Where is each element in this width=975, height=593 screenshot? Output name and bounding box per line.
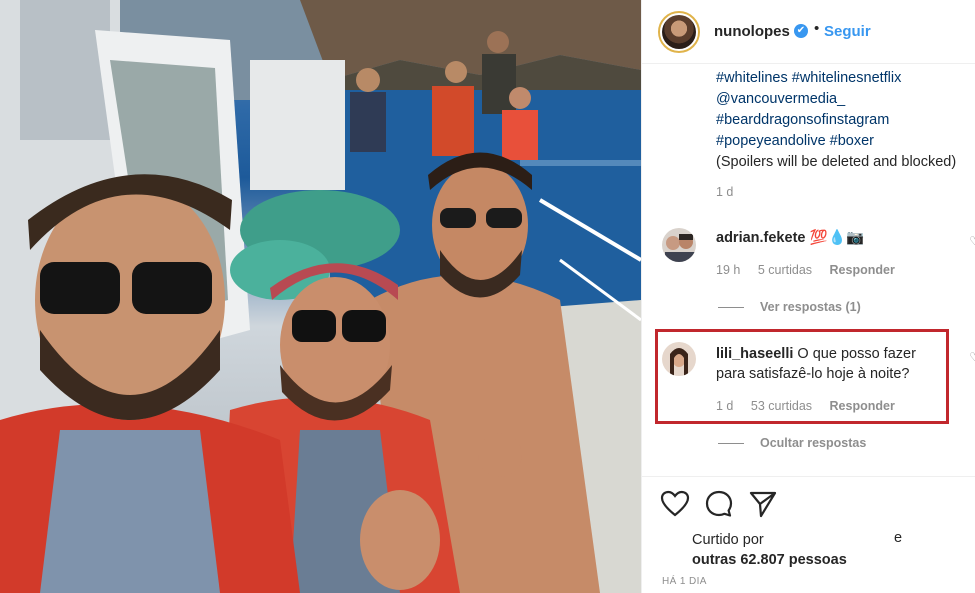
post-caption: #whitelines #whitelinesnetflix @vancouve… xyxy=(716,68,975,173)
liked-by-suffix: e xyxy=(894,530,903,546)
comment-icon[interactable] xyxy=(704,489,734,519)
replies-line xyxy=(718,307,744,309)
hide-replies-label: Ocultar respostas xyxy=(760,436,867,450)
caption-timestamp: 1 d xyxy=(716,185,734,199)
follow-button[interactable]: Seguir xyxy=(824,23,871,40)
header-separator: • xyxy=(814,20,820,37)
comment-text: 💯💧📷 xyxy=(809,230,865,246)
comment-likes[interactable]: 53 curtidas xyxy=(751,399,812,413)
comment-text-line1: O que posso fazer xyxy=(797,346,916,362)
post-header: nunolopes ✔ • Seguir xyxy=(642,0,975,64)
caption-line-text: (Spoilers will be deleted and blocked) xyxy=(716,154,957,170)
view-replies-label: Ver respostas (1) xyxy=(760,300,861,314)
author-avatar[interactable] xyxy=(658,11,700,53)
comment-time: 19 h xyxy=(716,263,741,277)
post-time-ago: HÁ 1 DIA xyxy=(662,576,707,587)
verified-badge-icon: ✔ xyxy=(794,24,808,38)
commenter-username[interactable]: adrian.fekete xyxy=(716,230,805,246)
post-actions: Curtido por outras 62.807 pessoas e HÁ 1… xyxy=(642,476,975,593)
comment-likes[interactable]: 5 curtidas xyxy=(758,263,812,277)
view-replies-button[interactable]: Ver respostas (1) xyxy=(718,300,861,314)
comment-like-icon[interactable]: ♡ xyxy=(969,234,975,248)
post-photo[interactable] xyxy=(0,0,641,593)
caption-line-hashtag-2[interactable]: #bearddragonsofinstagram xyxy=(716,110,975,131)
likes-summary: Curtido por outras 62.807 pessoas xyxy=(692,530,847,570)
comment-time: 1 d xyxy=(716,399,734,413)
caption-line-hashtags-3[interactable]: #popeyeandolive #boxer xyxy=(716,131,975,152)
reply-button[interactable]: Responder xyxy=(830,399,895,413)
replies-line xyxy=(718,443,744,445)
reply-button[interactable]: Responder xyxy=(830,263,895,277)
comment-text-line2: para satisfazê-lo hoje à noite? xyxy=(716,366,910,382)
commenter-avatar[interactable] xyxy=(662,342,696,376)
hide-replies-button[interactable]: Ocultar respostas xyxy=(718,436,866,450)
caption-line-mention[interactable]: @vancouvermedia_ xyxy=(716,89,975,110)
comment-meta: 1 d 53 curtidas Responder xyxy=(716,399,909,413)
liked-by-prefix: Curtido por xyxy=(692,532,764,548)
commenter-username[interactable]: lili_haseelli xyxy=(716,346,793,362)
author-username[interactable]: nunolopes xyxy=(714,23,790,40)
post-side-panel: nunolopes ✔ • Seguir #whitelines #whitel… xyxy=(641,0,975,593)
likes-count[interactable]: outras 62.807 pessoas xyxy=(692,552,847,568)
post-photo-illustration xyxy=(0,0,641,593)
caption-line-hashtags-1[interactable]: #whitelines #whitelinesnetflix xyxy=(716,68,975,89)
comment-meta: 19 h 5 curtidas Responder xyxy=(716,263,909,277)
share-icon[interactable] xyxy=(748,489,778,519)
commenter-avatar[interactable] xyxy=(662,228,696,262)
comment-like-icon[interactable]: ♡ xyxy=(969,350,975,364)
heart-icon[interactable] xyxy=(660,489,690,519)
